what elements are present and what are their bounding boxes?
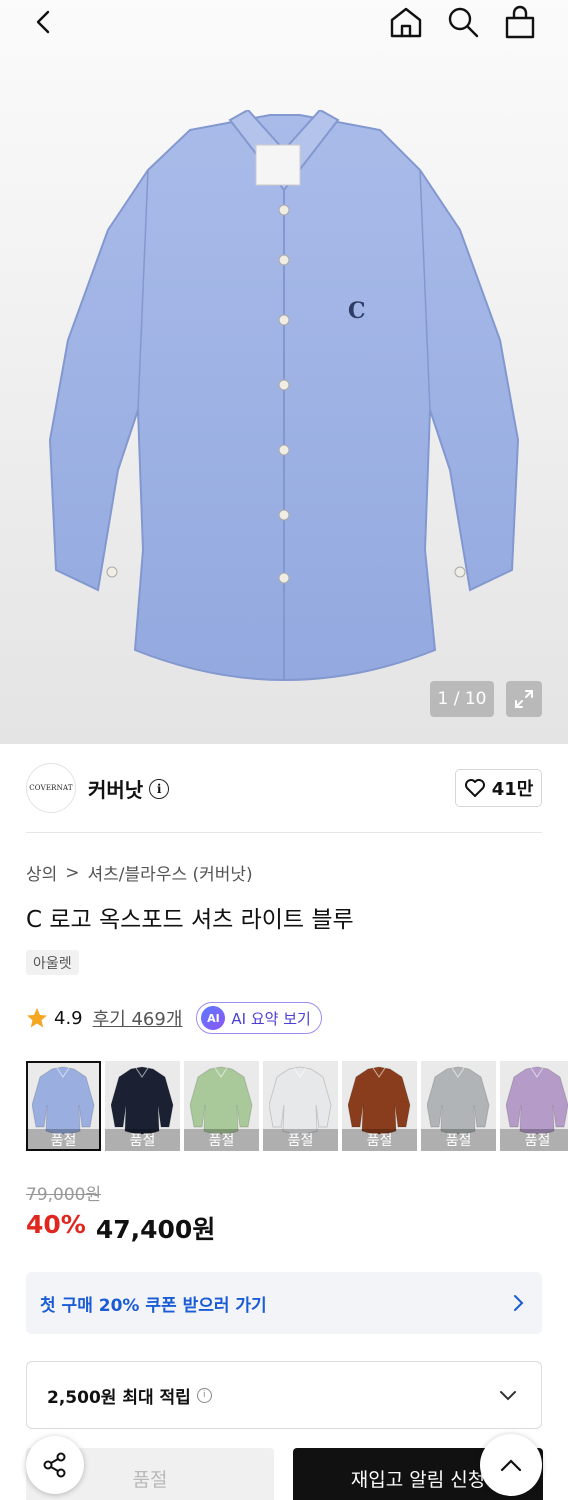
brand-name-link[interactable]: 커버낫 i	[88, 774, 170, 803]
info-icon[interactable]: i	[196, 1387, 212, 1403]
soldout-label: 품절	[105, 1129, 180, 1151]
share-icon	[43, 1452, 66, 1478]
product-image-shirt: C	[48, 110, 520, 681]
points-dropdown[interactable]: 2,500원 최대 적립 i	[26, 1361, 542, 1429]
swatch-shirt-image	[427, 1066, 490, 1135]
soldout-label: 품절	[500, 1129, 568, 1151]
price-row: 40% 47,400원	[26, 1210, 215, 1246]
top-navigation	[0, 0, 568, 44]
home-icon[interactable]	[386, 2, 426, 42]
discount-rate: 40%	[26, 1210, 86, 1239]
search-icon[interactable]	[443, 2, 483, 42]
image-counter: 1 / 10	[430, 681, 494, 717]
breadcrumb-subcategory[interactable]: 셔츠/블라우스 (커버낫)	[88, 860, 253, 885]
review-count-link[interactable]: 후기 469개	[93, 1005, 183, 1031]
info-icon[interactable]: i	[149, 778, 170, 799]
brand-name: 커버낫	[88, 778, 144, 802]
brand-row: COVERNAT 커버낫 i 41만	[0, 744, 568, 832]
product-title: C 로고 옥스포드 셔츠 라이트 블루	[26, 907, 354, 933]
points-label: 2,500원 최대 적립 i	[47, 1383, 212, 1408]
outlet-tag: 아울렛	[26, 950, 79, 975]
breadcrumb-separator: >	[65, 862, 80, 883]
coupon-text: 첫 구매 20% 쿠폰 받으러 가기	[40, 1295, 267, 1316]
soldout-label: 품절	[263, 1129, 338, 1151]
color-swatch[interactable]: 품절	[26, 1061, 101, 1151]
swatch-shirt-image	[269, 1066, 332, 1135]
chevron-up-icon	[500, 1459, 522, 1472]
breadcrumb: 상의 > 셔츠/블라우스 (커버낫)	[26, 860, 253, 886]
original-price: 79,000원	[26, 1185, 102, 1205]
shopping-bag-icon[interactable]	[500, 2, 540, 42]
color-swatch[interactable]: 품절	[500, 1061, 568, 1151]
brand-logo-text: COVERNAT	[29, 784, 73, 792]
ai-summary-button[interactable]: AI AI 요약 보기	[196, 1002, 322, 1034]
swatch-shirt-image	[506, 1066, 568, 1135]
rating-row: 4.9 후기 469개 AI AI 요약 보기	[26, 1001, 322, 1035]
like-count: 41만	[491, 779, 534, 800]
swatch-shirt-image	[111, 1066, 174, 1135]
final-price: 47,400원	[95, 1215, 216, 1244]
color-swatch[interactable]: 품절	[105, 1061, 180, 1151]
swatch-shirt-image	[348, 1066, 411, 1135]
swatch-shirt-image	[32, 1066, 95, 1135]
chevron-right-icon	[514, 1295, 524, 1311]
product-image-gallery[interactable]: C 1 / 10	[0, 0, 568, 744]
star-icon	[27, 1008, 47, 1028]
ai-summary-label: AI 요약 보기	[231, 1009, 311, 1028]
color-swatch[interactable]: 품절	[263, 1061, 338, 1151]
rating-score: 4.9	[54, 1007, 83, 1029]
share-button[interactable]	[26, 1436, 84, 1494]
divider	[26, 832, 542, 833]
ai-icon: AI	[201, 1006, 226, 1030]
color-swatch[interactable]: 품절	[421, 1061, 496, 1151]
like-button[interactable]: 41만	[455, 769, 542, 807]
points-text: 2,500원 최대 적립	[47, 1387, 191, 1408]
color-swatch[interactable]: 품절	[184, 1061, 259, 1151]
swatch-shirt-image	[190, 1066, 253, 1135]
color-swatch[interactable]: 품절	[342, 1061, 417, 1151]
heart-icon	[464, 779, 485, 797]
color-swatch-list: 품절 품절 품절 품절 품절 품절 품절	[26, 1061, 568, 1151]
breadcrumb-category[interactable]: 상의	[26, 860, 57, 885]
soldout-label: 품절	[184, 1129, 259, 1151]
back-arrow-icon[interactable]	[24, 2, 64, 42]
coupon-banner[interactable]: 첫 구매 20% 쿠폰 받으러 가기	[26, 1272, 542, 1334]
soldout-label: 품절	[421, 1129, 496, 1151]
chevron-down-icon	[500, 1391, 516, 1401]
expand-icon[interactable]	[506, 681, 542, 717]
scroll-top-button[interactable]	[480, 1434, 542, 1496]
brand-logo[interactable]: COVERNAT	[26, 763, 76, 813]
svg-text:C: C	[348, 298, 366, 324]
soldout-label: 품절	[342, 1129, 417, 1151]
soldout-label: 품절	[26, 1129, 101, 1151]
